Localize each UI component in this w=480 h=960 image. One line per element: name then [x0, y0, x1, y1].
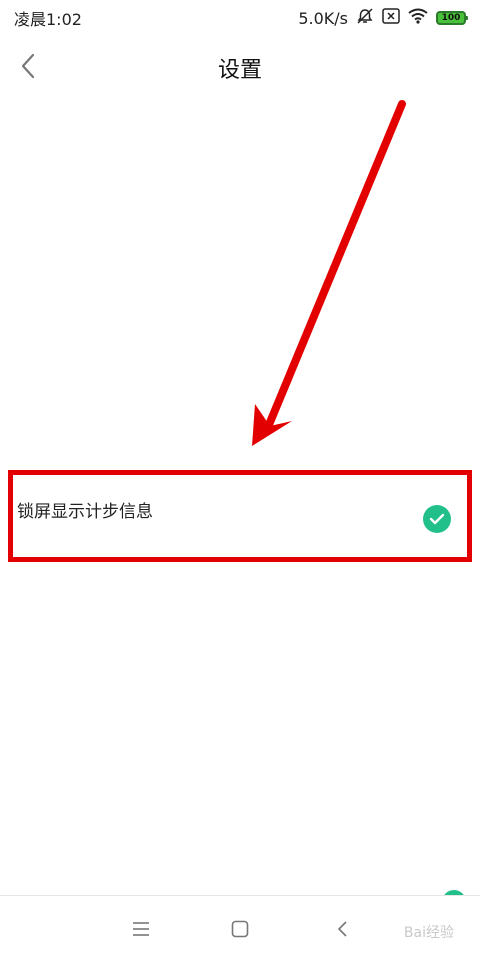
battery-level: 100: [441, 13, 461, 23]
page-title: 设置: [217, 58, 262, 83]
back-triangle-icon: [338, 921, 347, 937]
check-icon: [429, 513, 445, 525]
status-time: 凌晨1:02: [14, 10, 82, 29]
setting-label: 锁屏显示计步信息: [17, 502, 153, 522]
alarm-off-icon: [356, 7, 374, 29]
status-bar: 凌晨1:02 5.0K/s 100: [0, 0, 480, 36]
battery-icon: 100: [436, 11, 468, 25]
wifi-icon: [408, 8, 428, 28]
home-square-icon: [231, 920, 249, 938]
menu-icon: [133, 922, 149, 936]
sim-off-icon: [382, 8, 400, 28]
watermark: Bai经验: [403, 925, 454, 941]
nav-menu-button[interactable]: [126, 914, 156, 944]
check-toggle[interactable]: [423, 505, 451, 533]
header: 设置: [0, 36, 480, 100]
nav-home-button[interactable]: [225, 914, 255, 944]
status-icons: 5.0K/s 100: [298, 7, 468, 29]
setting-lockscreen-steps[interactable]: 锁屏显示计步信息: [13, 475, 467, 557]
nav-back-button[interactable]: [327, 914, 357, 944]
network-speed: 5.0K/s: [298, 8, 348, 28]
navigation-bar: Bai经验: [0, 895, 480, 960]
